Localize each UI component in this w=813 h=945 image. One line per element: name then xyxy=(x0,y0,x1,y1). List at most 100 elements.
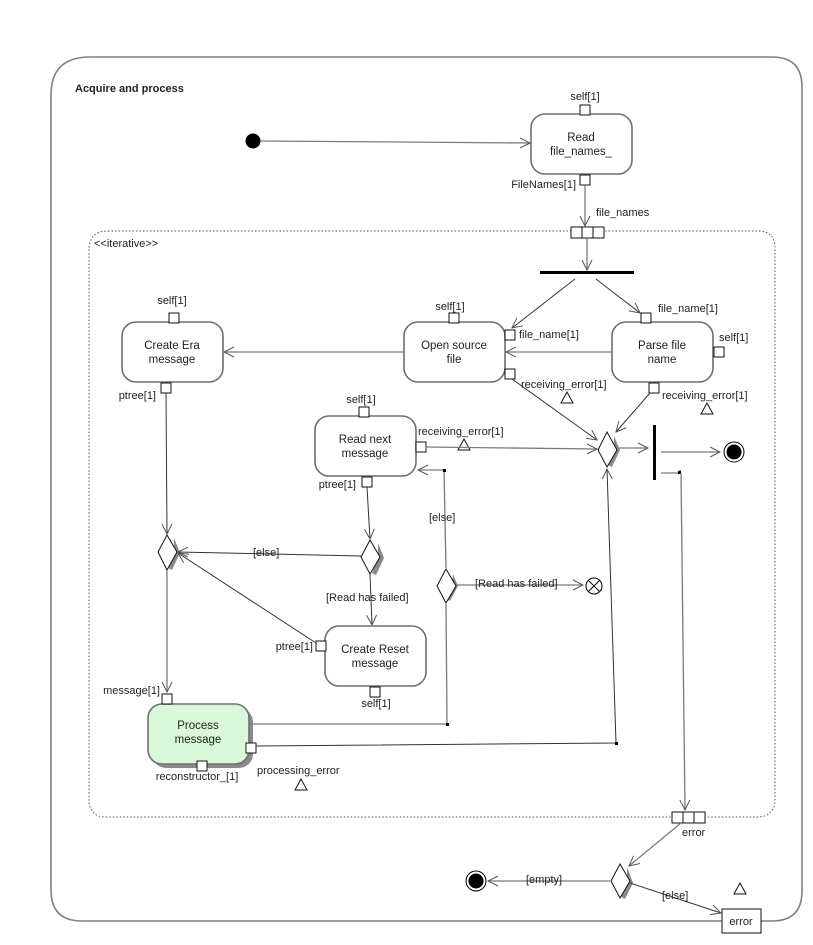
action-read-file-names[interactable]: Read file_names_ xyxy=(530,113,633,175)
expansion-node-output[interactable] xyxy=(671,811,706,824)
flow-readnext-error-to-merge xyxy=(425,447,597,449)
activity-diagram: Acquire and process <<iterative>> Read f… xyxy=(50,56,803,934)
output-parameter-error[interactable]: error xyxy=(721,908,762,934)
pin-label: FileNames[1] xyxy=(511,179,576,191)
pin-reset-ptree[interactable] xyxy=(315,640,327,652)
flow-junction xyxy=(443,469,446,472)
activity-frame xyxy=(50,56,803,922)
flow-readnext-to-decision xyxy=(367,486,370,539)
pin-label: self[1] xyxy=(157,295,186,307)
guard-else-vertical: [else] xyxy=(429,512,455,524)
svg-text:Create Era: Create Era xyxy=(144,340,200,352)
svg-text:Read next: Read next xyxy=(339,434,392,446)
error-merge-node[interactable] xyxy=(597,430,620,469)
exception-icon xyxy=(294,777,308,791)
activity-final-node[interactable] xyxy=(723,441,745,463)
pin-label: message[1] xyxy=(103,685,160,697)
pin-label: receiving_error[1] xyxy=(521,379,607,391)
svg-text:Parse file: Parse file xyxy=(638,340,686,352)
svg-text:message: message xyxy=(352,658,399,670)
decision-read-result[interactable] xyxy=(360,538,384,576)
pin-readnext-self[interactable] xyxy=(358,406,370,418)
pin-process-reconstructor[interactable] xyxy=(196,760,208,772)
guard-empty: [empty] xyxy=(526,874,562,886)
pin-open-receiving-error[interactable] xyxy=(504,368,516,380)
pin-label: ptree[1] xyxy=(276,641,313,653)
action-read-next-message[interactable]: Read next message xyxy=(314,415,417,477)
guard-read-failed-right: [Read has failed] xyxy=(475,578,558,590)
merge-node-left[interactable] xyxy=(157,533,180,572)
pin-read-self[interactable] xyxy=(579,104,591,116)
svg-text:message: message xyxy=(175,734,222,746)
expansion-output-label: error xyxy=(682,827,706,839)
decision-empty[interactable] xyxy=(610,862,633,900)
svg-text:message: message xyxy=(149,354,196,366)
flow-join-to-error xyxy=(661,470,681,474)
flow-parse-error-to-merge xyxy=(616,392,651,432)
pin-label: self[1] xyxy=(570,91,599,103)
pin-era-self[interactable] xyxy=(168,312,180,324)
flow-fork-to-open xyxy=(512,278,576,328)
exception-icon xyxy=(560,390,574,404)
flow-initial-to-read xyxy=(259,141,530,143)
pin-process-message[interactable] xyxy=(161,693,173,705)
guard-else-bottom: [else] xyxy=(662,890,688,902)
join-bar[interactable] xyxy=(653,425,656,480)
region-stereotype: <<iterative>> xyxy=(94,238,158,250)
flow-reset-to-merge xyxy=(178,553,317,644)
flow-fork-to-parse xyxy=(595,278,640,313)
flow-final-node[interactable] xyxy=(585,577,603,595)
guard-read-failed-down: [Read has failed] xyxy=(326,592,409,604)
svg-text:Create Reset: Create Reset xyxy=(341,644,410,656)
pin-label: self[1] xyxy=(346,394,375,406)
flow-junction xyxy=(446,723,449,726)
pin-reset-self[interactable] xyxy=(369,686,381,698)
svg-text:Process: Process xyxy=(177,720,219,732)
pin-label: file_name[1] xyxy=(658,303,718,315)
pin-label: ptree[1] xyxy=(119,390,156,402)
pin-label: ptree[1] xyxy=(319,479,356,491)
pin-label: self[1] xyxy=(719,332,748,344)
expansion-input-label: file_names xyxy=(596,207,650,219)
svg-text:Read: Read xyxy=(567,132,595,144)
exception-icon xyxy=(700,401,714,415)
activity-final-node-bottom[interactable] xyxy=(465,870,487,892)
pin-readnext-receiving-error[interactable] xyxy=(415,441,427,453)
pin-label: self[1] xyxy=(435,301,464,313)
pin-process-error[interactable] xyxy=(245,742,257,754)
pin-parse-file-name[interactable] xyxy=(640,312,652,324)
decision-loop[interactable] xyxy=(436,567,458,605)
svg-text:file: file xyxy=(447,354,462,366)
exception-icon xyxy=(457,437,471,451)
flow-to-expansion-output xyxy=(681,472,685,810)
action-parse-file-name[interactable]: Parse file name xyxy=(611,321,714,383)
pin-open-self[interactable] xyxy=(448,312,460,324)
guard-else-left: [else] xyxy=(253,547,279,559)
pin-readnext-ptree[interactable] xyxy=(361,476,373,488)
action-open-source-file[interactable]: Open source file xyxy=(403,321,506,383)
svg-text:name: name xyxy=(648,354,677,366)
svg-text:Open source: Open source xyxy=(421,340,487,352)
pin-label: file_name[1] xyxy=(519,329,579,341)
action-create-reset-message[interactable]: Create Reset message xyxy=(324,625,427,687)
pin-label: reconstructor_[1] xyxy=(156,771,239,783)
pin-parse-receiving-error[interactable] xyxy=(648,382,660,394)
flow-junction xyxy=(615,742,618,745)
svg-text:message: message xyxy=(342,448,389,460)
activity-title: Acquire and process xyxy=(75,83,184,95)
pin-open-file-name[interactable] xyxy=(504,329,516,341)
exception-icon xyxy=(733,881,747,895)
action-create-era-message[interactable]: Create Era message xyxy=(121,321,224,383)
svg-text:file_names_: file_names_ xyxy=(550,146,613,158)
pin-label: receiving_error[1] xyxy=(418,426,504,438)
pin-era-ptree[interactable] xyxy=(160,382,172,394)
pin-parse-self[interactable] xyxy=(713,346,725,358)
pin-read-filenames[interactable] xyxy=(579,174,591,186)
flow-era-to-merge xyxy=(166,392,167,534)
flow-output-to-decision xyxy=(629,822,682,866)
initial-node[interactable] xyxy=(245,133,261,149)
expansion-node-input[interactable] xyxy=(570,226,605,239)
pin-label: self[1] xyxy=(361,698,390,710)
fork-bar[interactable] xyxy=(540,271,634,274)
action-process-message[interactable]: Process message xyxy=(147,703,253,768)
